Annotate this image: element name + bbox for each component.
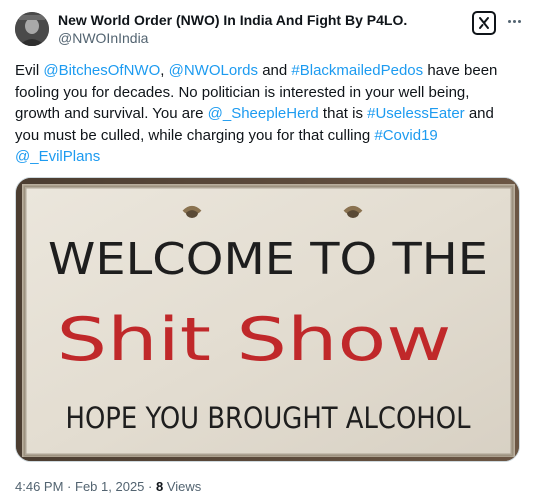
more-button[interactable]: [503, 10, 525, 32]
tweet-text: Evil @BitchesOfNWO, @NWOLords and #Black…: [15, 60, 515, 168]
hashtag-link[interactable]: #Covid19: [374, 127, 437, 144]
shit-show-sign-photo: WELCOME TO THE Shit Show HOPE YOU BROUGH…: [16, 178, 519, 461]
sign-line-2: Shit Show: [57, 305, 452, 375]
tweet-text-fragment: ,: [160, 62, 169, 79]
hashtag-link[interactable]: #UselessEater: [367, 105, 465, 122]
meta-separator: ·: [148, 479, 153, 494]
author-display-name[interactable]: New World Order (NWO) In India And Fight…: [58, 11, 407, 29]
grok-button[interactable]: [472, 11, 496, 35]
tweet-date[interactable]: Feb 1, 2025: [75, 479, 144, 494]
hashtag-link[interactable]: #BlackmailedPedos: [291, 62, 423, 79]
mention-link[interactable]: @NWOLords: [169, 62, 258, 79]
views-count: 8: [156, 479, 164, 494]
mention-link[interactable]: @_EvilPlans: [15, 148, 100, 165]
mention-link[interactable]: @_SheepleHerd: [208, 105, 319, 122]
more-icon: [507, 19, 511, 23]
tweet-time[interactable]: 4:46 PM: [15, 479, 63, 494]
tweet-image[interactable]: WELCOME TO THE Shit Show HOPE YOU BROUGH…: [15, 177, 520, 462]
sign-line-1: WELCOME TO THE: [48, 234, 488, 285]
sign-line-3: HOPE YOU BROUGHT ALCOHOL: [66, 401, 471, 435]
mention-link[interactable]: @BitchesOfNWO: [43, 62, 160, 79]
meta-separator: ·: [67, 479, 72, 494]
tweet-text-fragment: that is: [318, 105, 368, 122]
grok-icon: [479, 17, 489, 29]
tweet-text-fragment: and: [258, 62, 292, 79]
tweet-text-fragment: Evil: [15, 62, 44, 79]
views-label: Views: [166, 479, 202, 494]
tweet-meta: 4:46 PM · Feb 1, 2025 · 8 Views: [15, 479, 201, 495]
avatar[interactable]: [15, 12, 49, 46]
avatar-image: [15, 12, 49, 46]
author-handle[interactable]: @NWOInIndia: [58, 29, 148, 47]
